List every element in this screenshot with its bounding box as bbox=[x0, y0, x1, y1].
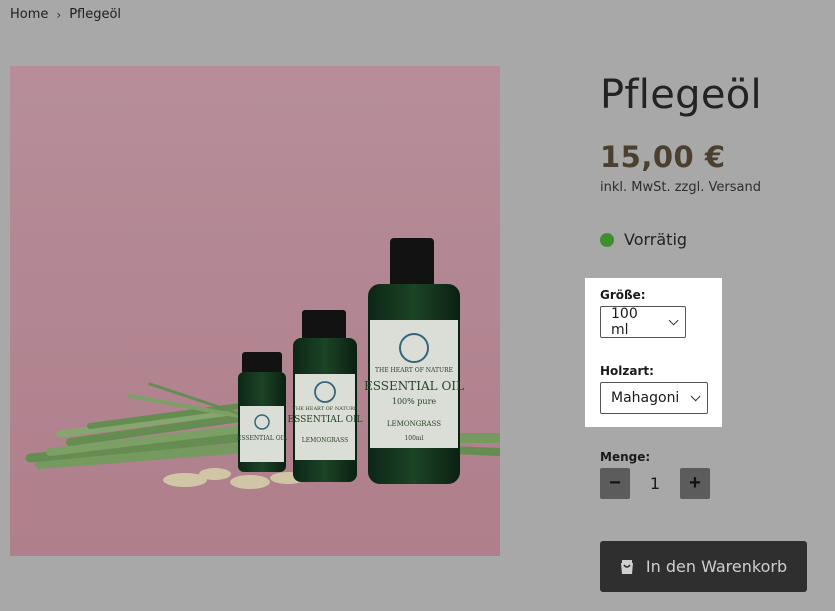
add-to-cart-button[interactable]: In den Warenkorb bbox=[600, 541, 807, 592]
product-title: Pflegeöl bbox=[600, 72, 762, 118]
tax-note: inkl. MwSt. zzgl. Versand bbox=[600, 180, 761, 195]
quantity-decrease-button[interactable]: − bbox=[600, 468, 630, 499]
in-stock-icon bbox=[600, 232, 614, 247]
shopping-bag-icon bbox=[620, 559, 634, 575]
wood-label: Holzart: bbox=[600, 364, 654, 378]
product-image[interactable]: ESSENTIAL OIL THE HEART OF NATURE ESSENT… bbox=[10, 66, 500, 556]
product-price: 15,00 € bbox=[600, 140, 726, 174]
chevron-down-icon bbox=[690, 390, 701, 401]
wood-select[interactable]: Mahagoni bbox=[600, 382, 708, 414]
breadcrumb-current: Pflegeöl bbox=[69, 7, 122, 22]
quantity-label: Menge: bbox=[600, 450, 651, 464]
stock-status: Vorrätig bbox=[600, 230, 687, 249]
wood-select-value: Mahagoni bbox=[611, 390, 680, 406]
stock-label: Vorrätig bbox=[624, 230, 688, 249]
breadcrumb-separator-icon: › bbox=[56, 7, 62, 22]
breadcrumb: Home › Pflegeöl bbox=[10, 7, 121, 22]
size-select[interactable]: 100 ml bbox=[600, 306, 686, 338]
breadcrumb-home-link[interactable]: Home bbox=[10, 7, 48, 22]
chevron-down-icon bbox=[668, 314, 679, 325]
variation-options: Größe: 100 ml Holzart: Mahagoni bbox=[585, 278, 722, 427]
add-to-cart-label: In den Warenkorb bbox=[645, 557, 788, 576]
quantity-input[interactable]: 1 bbox=[630, 468, 680, 499]
size-label: Größe: bbox=[600, 288, 646, 302]
quantity-increase-button[interactable]: + bbox=[680, 468, 710, 499]
size-select-value: 100 ml bbox=[611, 306, 638, 338]
